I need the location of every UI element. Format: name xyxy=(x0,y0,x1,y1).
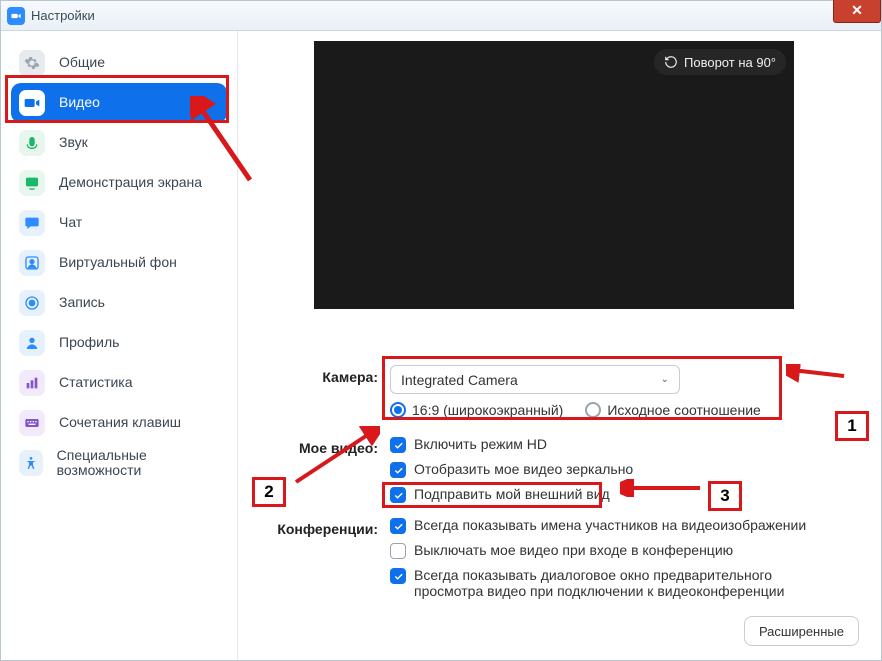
close-button[interactable]: ✕ xyxy=(833,0,881,23)
video-icon xyxy=(19,90,45,116)
rotate-icon xyxy=(664,55,678,69)
keys-icon xyxy=(19,410,45,436)
sidebar-item-2[interactable]: Звук xyxy=(11,123,227,163)
camera-label: Камера: xyxy=(252,365,390,385)
meetings-label: Конференции: xyxy=(252,517,390,537)
shownames-label: Всегда показывать имена участников на ви… xyxy=(414,517,806,533)
settings-window: Настройки ✕ Общие Видео Звук Демонстрация э… xyxy=(0,0,882,661)
callout-2: 2 xyxy=(252,477,286,507)
sidebar-item-10[interactable]: Специальные возможности xyxy=(11,443,227,483)
callout-1: 1 xyxy=(835,411,869,441)
ratio-169-label: 16:9 (широкоэкранный) xyxy=(412,402,563,418)
myvideo-label: Мое видео: xyxy=(252,436,390,456)
record-icon xyxy=(19,290,45,316)
sidebar-item-4[interactable]: Чат xyxy=(11,203,227,243)
sidebar: Общие Видео Звук Демонстрация экрана Чат Вирт… xyxy=(1,31,238,660)
rotate-button[interactable]: Поворот на 90° xyxy=(654,49,786,75)
close-icon: ✕ xyxy=(851,2,863,19)
ratio-169-radio[interactable] xyxy=(390,402,406,418)
sidebar-item-label: Статистика xyxy=(59,375,133,390)
stats-icon xyxy=(19,370,45,396)
app-logo-icon xyxy=(7,7,25,25)
chevron-down-icon: ⌄ xyxy=(661,374,669,385)
preview-checkbox[interactable] xyxy=(390,568,406,584)
sidebar-item-label: Демонстрация экрана xyxy=(59,175,202,190)
touchup-checkbox[interactable] xyxy=(390,487,406,503)
advanced-button[interactable]: Расширенные xyxy=(744,616,859,646)
preview-label: Всегда показывать диалоговое окно предва… xyxy=(414,567,804,599)
content-pane: Поворот на 90° Камера: Integrated Camera… xyxy=(238,31,881,660)
shownames-checkbox[interactable] xyxy=(390,518,406,534)
share-icon xyxy=(19,170,45,196)
hd-label: Включить режим HD xyxy=(414,436,547,452)
offjoin-label: Выключать мое видео при входе в конферен… xyxy=(414,542,733,558)
sidebar-item-7[interactable]: Профиль xyxy=(11,323,227,363)
mirror-checkbox[interactable] xyxy=(390,462,406,478)
window-title: Настройки xyxy=(31,8,95,23)
access-icon xyxy=(19,450,43,476)
sidebar-item-label: Запись xyxy=(59,295,105,310)
sidebar-item-label: Звук xyxy=(59,135,88,150)
sidebar-item-9[interactable]: Сочетания клавиш xyxy=(11,403,227,443)
sidebar-item-6[interactable]: Запись xyxy=(11,283,227,323)
chat-icon xyxy=(19,210,45,236)
sidebar-item-5[interactable]: Виртуальный фон xyxy=(11,243,227,283)
sidebar-item-label: Профиль xyxy=(59,335,119,350)
sidebar-item-label: Общие xyxy=(59,55,105,70)
camera-select[interactable]: Integrated Camera ⌄ xyxy=(390,365,680,394)
hd-checkbox[interactable] xyxy=(390,437,406,453)
profile-icon xyxy=(19,330,45,356)
touchup-label: Подправить мой внешний вид xyxy=(414,486,610,502)
rotate-label: Поворот на 90° xyxy=(684,55,776,70)
sidebar-item-label: Специальные возможности xyxy=(57,448,219,479)
sidebar-item-label: Видео xyxy=(59,95,100,110)
ratio-original-radio[interactable] xyxy=(585,402,601,418)
callout-3: 3 xyxy=(708,481,742,511)
sidebar-item-label: Виртуальный фон xyxy=(59,255,177,270)
mirror-label: Отобразить мое видео зеркально xyxy=(414,461,633,477)
bg-icon xyxy=(19,250,45,276)
sidebar-item-label: Сочетания клавиш xyxy=(59,415,181,430)
video-preview: Поворот на 90° xyxy=(314,41,794,309)
sidebar-item-3[interactable]: Демонстрация экрана xyxy=(11,163,227,203)
sidebar-item-label: Чат xyxy=(59,215,82,230)
sidebar-item-8[interactable]: Статистика xyxy=(11,363,227,403)
sidebar-item-1[interactable]: Видео xyxy=(11,83,227,123)
titlebar: Настройки ✕ xyxy=(1,1,881,31)
sidebar-item-0[interactable]: Общие xyxy=(11,43,227,83)
offjoin-checkbox[interactable] xyxy=(390,543,406,559)
audio-icon xyxy=(19,130,45,156)
camera-selected-value: Integrated Camera xyxy=(401,372,518,388)
ratio-original-label: Исходное соотношение xyxy=(607,402,760,418)
gear-icon xyxy=(19,50,45,76)
